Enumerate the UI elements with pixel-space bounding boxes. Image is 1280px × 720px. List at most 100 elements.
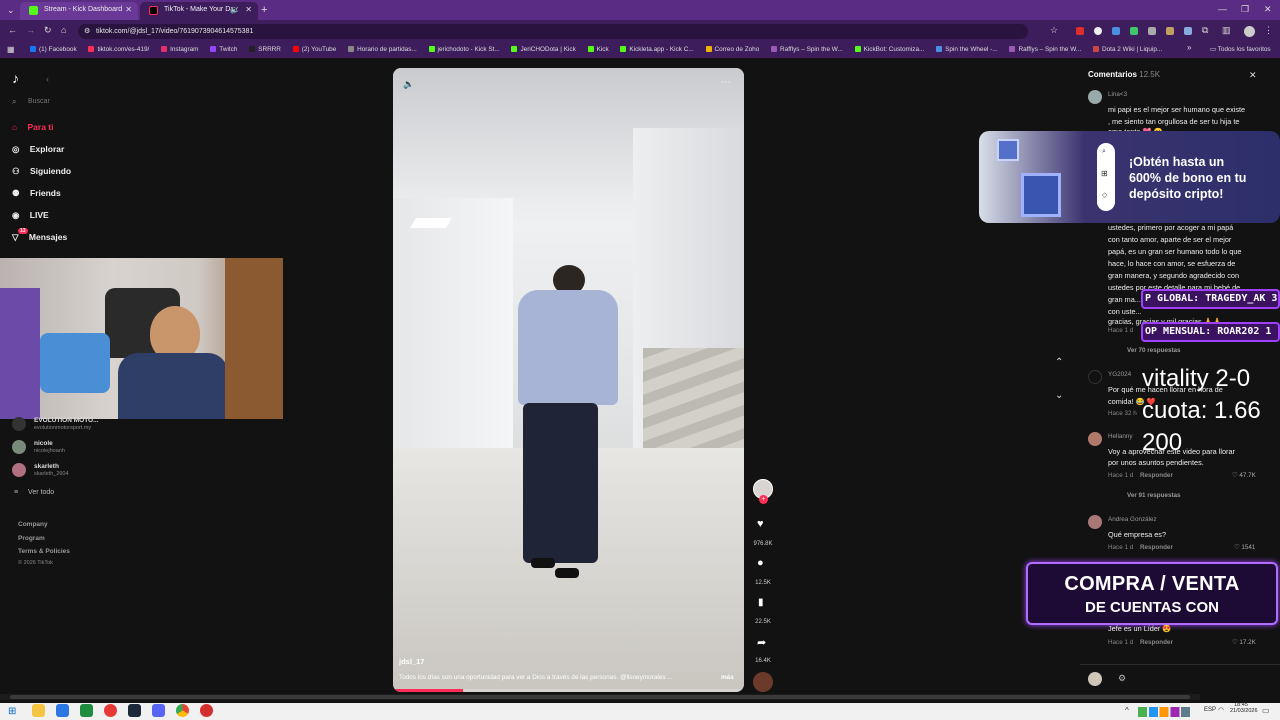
- forward-icon[interactable]: →: [26, 25, 35, 35]
- profile-avatar[interactable]: [1244, 26, 1255, 37]
- sidepanel-icon[interactable]: ▥: [1222, 25, 1231, 36]
- bookmark-item[interactable]: tiktok.com/es-419/: [88, 42, 149, 58]
- comment-username[interactable]: Lina<3: [1108, 91, 1127, 98]
- close-tab-icon[interactable]: ✕: [245, 2, 252, 18]
- url-field[interactable]: ⚙ tiktok.com/@jdsl_17/video/761907390461…: [78, 24, 1028, 39]
- avatar[interactable]: [1088, 370, 1102, 384]
- following-name[interactable]: skarleth: [34, 463, 59, 470]
- reply-button[interactable]: Responder: [1140, 472, 1173, 479]
- sidebar-item-live[interactable]: ◉ LIVE: [12, 210, 49, 221]
- comment-like[interactable]: ♡ 47.7K: [1232, 472, 1256, 479]
- add-comment-icon[interactable]: ⚙: [1118, 673, 1126, 684]
- more-options-icon[interactable]: ⋯: [721, 77, 731, 88]
- back-icon[interactable]: ←: [8, 25, 17, 35]
- home-icon[interactable]: ⌂: [61, 25, 66, 35]
- new-tab-button[interactable]: +: [261, 4, 267, 16]
- comment-username[interactable]: Hellanny: [1108, 433, 1133, 440]
- tab-kick-dashboard[interactable]: Stream - Kick Dashboard ✕: [20, 2, 138, 20]
- extension-icon[interactable]: [1166, 27, 1174, 35]
- extension-icon[interactable]: [1112, 27, 1120, 35]
- comment-username[interactable]: YG2024: [1108, 371, 1131, 378]
- reply-button[interactable]: Responder: [1140, 544, 1173, 551]
- maximize-icon[interactable]: ❐: [1241, 4, 1249, 15]
- language-indicator[interactable]: ESP: [1204, 707, 1216, 713]
- bookmark-item[interactable]: Twitch: [210, 42, 237, 58]
- extension-icon[interactable]: [1148, 27, 1156, 35]
- file-explorer-icon[interactable]: [32, 704, 45, 717]
- bookmark-icon[interactable]: ▮: [758, 597, 764, 608]
- avatar[interactable]: [1088, 515, 1102, 529]
- obs-icon[interactable]: [200, 704, 213, 717]
- bookmark-item[interactable]: Correo de Zoho: [705, 42, 759, 58]
- speaker-icon[interactable]: 🔈: [230, 2, 240, 18]
- sidebar-item-siguiendo[interactable]: ⚇ Siguiendo: [12, 166, 71, 177]
- footer-link-terms[interactable]: Terms & Policies: [18, 548, 70, 555]
- bookmark-item[interactable]: Rafflys – Spin the W...: [1009, 42, 1081, 58]
- close-comments-icon[interactable]: ✕: [1249, 70, 1257, 81]
- bookmark-star-icon[interactable]: ☆: [1050, 25, 1058, 36]
- following-name[interactable]: nicole: [34, 440, 53, 447]
- horizontal-scrollbar[interactable]: [0, 694, 1200, 700]
- next-video-icon[interactable]: ⌄: [1055, 390, 1063, 401]
- gift-icon[interactable]: ⊞: [1101, 169, 1108, 178]
- comment-username[interactable]: Andrea González: [1108, 516, 1157, 523]
- tag-icon[interactable]: ◇: [1102, 191, 1107, 199]
- current-user-avatar[interactable]: [1088, 672, 1102, 686]
- sidebar-item-mensajes[interactable]: ▽ 13 Mensajes: [12, 228, 67, 243]
- notifications-icon[interactable]: ▭: [1262, 706, 1270, 715]
- extensions-puzzle-icon[interactable]: ⧉: [1202, 25, 1208, 36]
- previous-video-icon[interactable]: ⌃: [1055, 357, 1063, 368]
- steam-icon[interactable]: [128, 704, 141, 717]
- view-replies-button[interactable]: Ver 70 respuestas: [1127, 347, 1181, 354]
- bookmark-item[interactable]: Rafflys – Spin the W...: [771, 42, 843, 58]
- bookmarks-overflow-button[interactable]: »: [1187, 43, 1191, 52]
- close-window-icon[interactable]: ✕: [1264, 4, 1272, 15]
- follow-plus-icon[interactable]: +: [759, 495, 768, 504]
- discord-icon[interactable]: [152, 704, 165, 717]
- bookmark-item[interactable]: Kick: [587, 42, 609, 58]
- extension-icon[interactable]: [1184, 27, 1192, 35]
- tiktok-logo-icon[interactable]: ♪: [12, 70, 19, 86]
- bookmark-item[interactable]: (2) YouTube: [292, 42, 336, 58]
- clock[interactable]: 18:45 21/03/2026: [1230, 702, 1258, 714]
- bookmark-item[interactable]: (1) Facebook: [30, 42, 77, 58]
- comment-like[interactable]: ♡ 1541: [1234, 544, 1255, 551]
- close-tab-icon[interactable]: ✕: [125, 2, 132, 18]
- search-icon[interactable]: ⌕: [1102, 148, 1106, 156]
- avatar[interactable]: [12, 440, 26, 454]
- more-caption-button[interactable]: más: [721, 674, 734, 681]
- tray-overflow-icon[interactable]: ^: [1125, 706, 1129, 715]
- minimize-icon[interactable]: —: [1218, 4, 1227, 14]
- search-input[interactable]: Buscar: [28, 98, 50, 105]
- opera-icon[interactable]: [104, 704, 117, 717]
- promo-ad-overlay[interactable]: ⌕ ⊞ ◇ ¡Obtén hasta un 600% de bono en tu…: [979, 131, 1280, 223]
- footer-link-company[interactable]: Company: [18, 521, 48, 528]
- apps-grid-icon[interactable]: ▦: [7, 45, 15, 54]
- excel-icon[interactable]: [80, 704, 93, 717]
- see-all-button[interactable]: ≡ Ver todo: [14, 489, 54, 496]
- system-tray-icons[interactable]: [1138, 707, 1198, 717]
- bookmark-item[interactable]: Horario de partidas...: [348, 42, 417, 58]
- windows-start-icon[interactable]: ⊞: [8, 706, 16, 717]
- share-icon[interactable]: ➦: [757, 636, 766, 649]
- sidebar-item-friends[interactable]: ⚉ Friends: [12, 188, 61, 199]
- video-author[interactable]: jdsl_17: [399, 657, 424, 666]
- avatar[interactable]: [1088, 90, 1102, 104]
- chrome-icon[interactable]: [176, 704, 189, 717]
- comment-like[interactable]: ♡ 17.2K: [1232, 639, 1256, 646]
- comment-icon[interactable]: ●: [757, 557, 764, 569]
- footer-link-program[interactable]: Program: [18, 535, 45, 542]
- tab-search-icon[interactable]: ⌄: [7, 5, 15, 16]
- mute-icon[interactable]: 🔈: [403, 79, 414, 90]
- music-disc-icon[interactable]: [753, 672, 773, 692]
- extension-icon[interactable]: [1094, 27, 1102, 35]
- avatar[interactable]: [12, 417, 26, 431]
- heart-icon[interactable]: ♥: [757, 518, 764, 530]
- extension-icon[interactable]: [1130, 27, 1138, 35]
- tab-tiktok[interactable]: TikTok - Make Your Day 🔈 ✕: [140, 2, 258, 20]
- sidebar-item-para-ti[interactable]: ⌂ Para ti: [12, 122, 54, 132]
- bookmark-item[interactable]: Dota 2 Wiki | Liquip...: [1093, 42, 1162, 58]
- all-bookmarks-button[interactable]: ▭ Todos los favoritos: [1210, 42, 1271, 58]
- menu-kebab-icon[interactable]: ⋮: [1264, 25, 1273, 36]
- bookmark-item[interactable]: Kickleta.app - Kick C...: [620, 42, 694, 58]
